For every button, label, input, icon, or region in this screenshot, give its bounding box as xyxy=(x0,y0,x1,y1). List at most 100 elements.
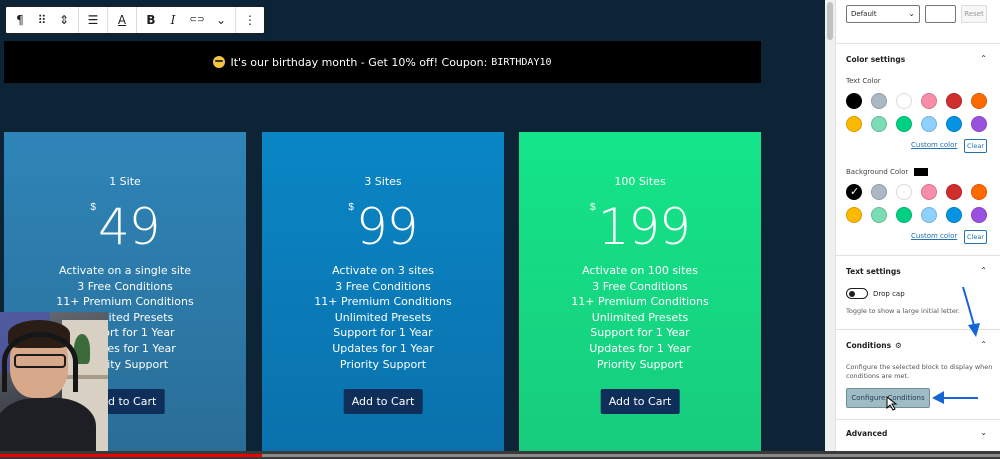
chevron-up-icon[interactable]: ⌃ xyxy=(980,266,987,275)
text-settings-heading[interactable]: Text settings xyxy=(846,256,901,286)
feature-item: Activate on 3 sites xyxy=(332,264,434,277)
text-color-palette xyxy=(846,93,996,132)
feature-item: Activate on a single site xyxy=(59,264,191,277)
color-swatch[interactable] xyxy=(946,184,962,200)
bold-icon[interactable]: B xyxy=(140,7,162,33)
promo-banner[interactable]: It's our birthday month - Get 10% off! C… xyxy=(4,41,761,83)
conditions-panel: Conditions ⚙ ⌃ Configure the selected bl… xyxy=(836,330,1000,420)
feature-item: Priority Support xyxy=(596,357,684,371)
chevron-down-icon: ⌄ xyxy=(908,9,915,18)
currency-symbol: $ xyxy=(348,202,354,213)
color-swatch[interactable] xyxy=(871,116,887,132)
color-swatch[interactable] xyxy=(871,93,887,109)
chevron-up-icon[interactable]: ⌃ xyxy=(980,340,987,349)
text-color-icon[interactable]: A xyxy=(111,7,133,33)
progress-buffered xyxy=(262,454,1000,457)
color-swatch[interactable] xyxy=(846,93,862,109)
reset-button[interactable]: Reset xyxy=(961,5,987,23)
party-emoji-icon xyxy=(213,56,226,68)
feature-item: Priority Support xyxy=(339,357,427,371)
text-color-label: Text Color xyxy=(846,77,881,85)
background-color-clear-button[interactable]: Clear xyxy=(964,230,987,244)
configure-conditions-button[interactable]: Configure Conditions xyxy=(846,388,930,408)
color-swatch[interactable] xyxy=(921,116,937,132)
text-settings-panel: Text settings ⌃ Drop cap Toggle to show … xyxy=(836,256,1000,330)
color-swatch[interactable] xyxy=(896,116,912,132)
scrollbar-thumb[interactable] xyxy=(827,2,833,40)
color-swatch[interactable] xyxy=(846,116,862,132)
conditions-plugin-icon: ⚙ xyxy=(895,340,902,350)
color-swatch[interactable] xyxy=(971,184,987,200)
headphones-icon xyxy=(2,332,78,392)
toolbar-group-options: ⋮ xyxy=(236,7,264,33)
drop-cap-toggle[interactable] xyxy=(846,288,868,299)
custom-size-input[interactable] xyxy=(925,5,956,23)
color-swatch[interactable] xyxy=(871,184,887,200)
font-size-select[interactable]: Default ⌄ xyxy=(846,5,920,23)
feature-item: Unlimited Presets xyxy=(591,310,689,324)
text-color-clear-button[interactable]: Clear xyxy=(964,139,987,153)
toolbar-group-align: ☰ xyxy=(79,7,108,33)
conditions-help: Configure the selected block to display … xyxy=(846,363,993,380)
align-icon[interactable]: ☰ xyxy=(82,7,104,33)
color-settings-heading[interactable]: Color settings xyxy=(846,44,905,74)
color-swatch[interactable] xyxy=(921,184,937,200)
chevron-up-icon[interactable]: ⌃ xyxy=(980,54,987,63)
advanced-heading[interactable]: Advanced xyxy=(846,420,887,446)
link-icon[interactable]: ⊂⊃ xyxy=(184,7,210,33)
toolbar-group-color: A xyxy=(108,7,137,33)
video-progress-bar[interactable] xyxy=(0,451,1000,459)
background-color-palette xyxy=(846,184,996,223)
pricing-card-100-sites[interactable]: 100 Sites $ 199 Activate on 100 sites 3 … xyxy=(519,132,761,451)
color-swatch[interactable] xyxy=(971,116,987,132)
toolbar-group-block: ¶ ⠿ ⇕ xyxy=(6,7,79,33)
italic-icon[interactable]: I xyxy=(162,7,184,33)
move-up-down-icon[interactable]: ⇕ xyxy=(53,7,75,33)
options-icon[interactable]: ⋮ xyxy=(239,7,261,33)
add-to-cart-button[interactable]: Add to Cart xyxy=(600,389,680,414)
presenter-body xyxy=(0,398,96,459)
price-amount: 99 xyxy=(355,198,419,256)
color-swatch[interactable] xyxy=(846,184,862,200)
color-swatch[interactable] xyxy=(971,207,987,223)
feature-item: 3 Free Conditions xyxy=(335,279,431,293)
plan-title: 1 Site xyxy=(109,175,141,188)
color-swatch[interactable] xyxy=(921,93,937,109)
color-swatch[interactable] xyxy=(946,116,962,132)
advanced-panel: Advanced ⌄ xyxy=(836,420,1000,451)
color-swatch[interactable] xyxy=(896,93,912,109)
chevron-down-icon[interactable]: ⌄ xyxy=(980,428,987,437)
feature-list: Activate on 100 sites 3 Free Conditions … xyxy=(519,263,761,372)
color-swatch[interactable] xyxy=(946,207,962,223)
feature-item: 3 Free Conditions xyxy=(77,279,173,293)
color-swatch[interactable] xyxy=(846,207,862,223)
drag-handle-icon[interactable]: ⠿ xyxy=(31,7,53,33)
color-swatch[interactable] xyxy=(921,207,937,223)
color-swatch[interactable] xyxy=(896,207,912,223)
canvas-scrollbar[interactable] xyxy=(825,0,835,451)
block-toolbar: ¶ ⠿ ⇕ ☰ A B I ⊂⊃ ⌄ ⋮ xyxy=(5,6,265,34)
price-amount: 49 xyxy=(97,198,161,256)
feature-item: Unlimited Presets xyxy=(334,310,432,324)
plan-title: 100 Sites xyxy=(614,175,666,188)
font-size-select-value: Default xyxy=(851,10,877,18)
progress-played xyxy=(0,454,262,457)
color-swatch[interactable] xyxy=(896,184,912,200)
conditions-heading[interactable]: Conditions ⚙ xyxy=(846,330,902,360)
color-swatch[interactable] xyxy=(871,207,887,223)
add-to-cart-button[interactable]: Add to Cart xyxy=(343,389,423,414)
feature-item: Updates for 1 Year xyxy=(589,341,691,355)
color-swatch[interactable] xyxy=(971,93,987,109)
promo-text: It's our birthday month - Get 10% off! C… xyxy=(230,55,488,69)
feature-item: 11+ Premium Conditions xyxy=(314,295,452,309)
paragraph-icon[interactable]: ¶ xyxy=(9,7,31,33)
editor-canvas: ¶ ⠿ ⇕ ☰ A B I ⊂⊃ ⌄ ⋮ It's our birthday m… xyxy=(0,0,825,451)
drop-cap-label: Drop cap xyxy=(873,290,905,298)
color-swatch[interactable] xyxy=(946,93,962,109)
drop-cap-help: Toggle to show a large initial letter. xyxy=(846,307,960,315)
text-custom-color-link[interactable]: Custom color xyxy=(911,141,957,149)
pricing-card-3-sites[interactable]: 3 Sites $ 99 Activate on 3 sites 3 Free … xyxy=(262,132,504,451)
more-formats-icon[interactable]: ⌄ xyxy=(210,7,232,33)
feature-item: Support for 1 Year xyxy=(333,326,433,340)
background-custom-color-link[interactable]: Custom color xyxy=(911,232,957,240)
